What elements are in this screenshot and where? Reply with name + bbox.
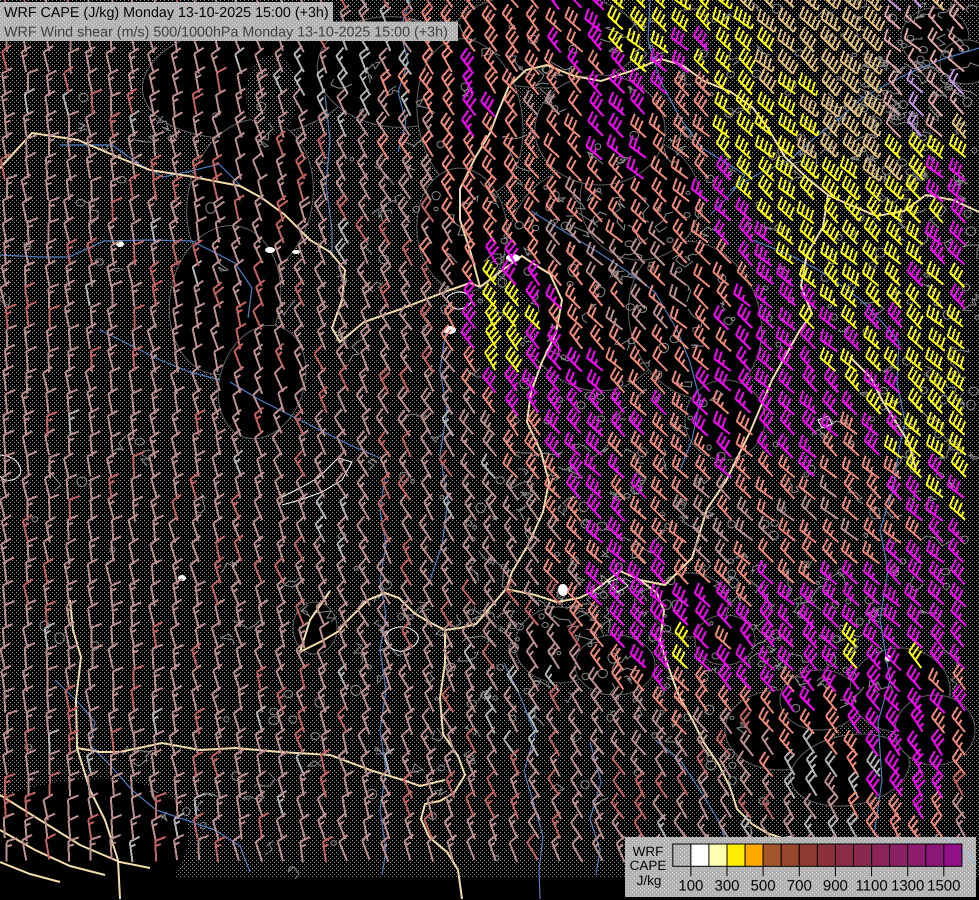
svg-text:1500: 1500 <box>927 878 960 895</box>
svg-text:WRF CAPE (J/kg) Monday 13-10-2: WRF CAPE (J/kg) Monday 13-10-2025 15:00 … <box>4 5 329 21</box>
svg-text:J/kg: J/kg <box>637 873 662 888</box>
svg-text:1300: 1300 <box>891 878 924 895</box>
svg-text:700: 700 <box>787 878 812 895</box>
svg-text:300: 300 <box>714 878 739 895</box>
svg-text:900: 900 <box>823 878 848 895</box>
svg-text:CAPE: CAPE <box>630 858 667 873</box>
svg-text:500: 500 <box>751 878 776 895</box>
svg-text:100: 100 <box>678 878 703 895</box>
svg-text:WRF: WRF <box>633 844 664 859</box>
svg-text:WRF Wind shear (m/s) 500/1000h: WRF Wind shear (m/s) 500/1000hPa Monday … <box>4 25 448 41</box>
svg-text:1100: 1100 <box>855 878 887 895</box>
